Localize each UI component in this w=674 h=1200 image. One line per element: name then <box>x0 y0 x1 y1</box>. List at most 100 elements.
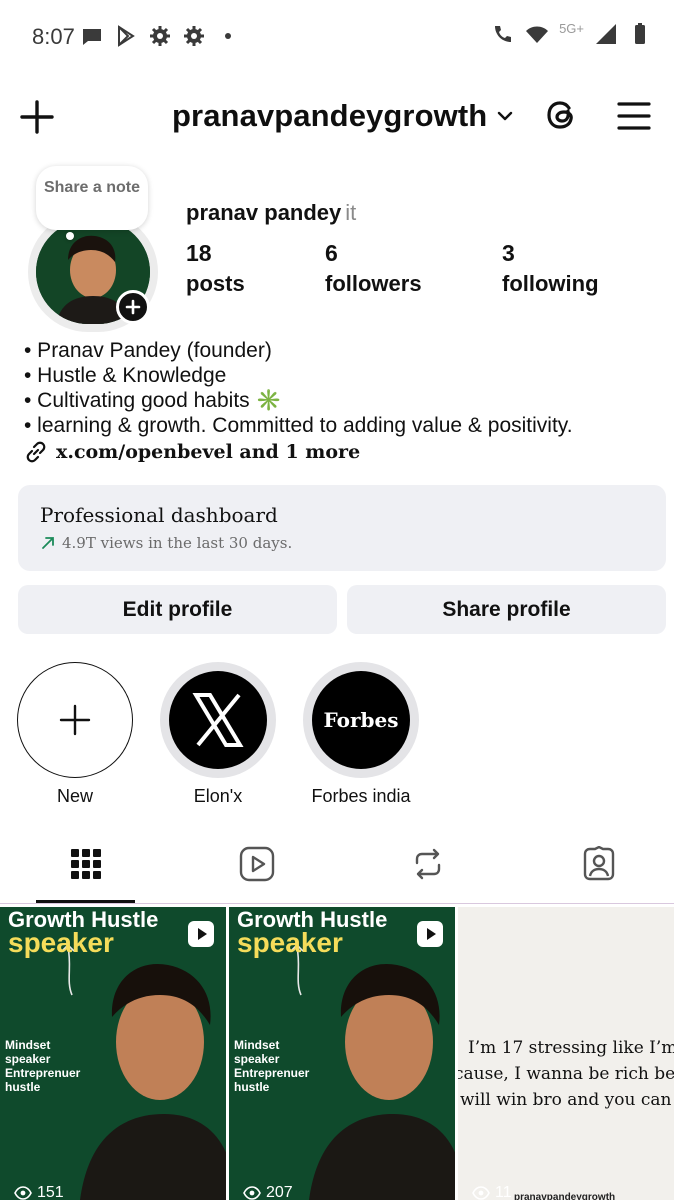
highlight-cover <box>169 671 267 769</box>
dashboard-subtitle: 4.9T views in the last 30 days. <box>62 534 293 552</box>
share-profile-button[interactable]: Share profile <box>347 585 666 634</box>
profile-avatar[interactable] <box>28 212 158 332</box>
highlight-forbes-india[interactable]: Forbes Forbes india <box>303 662 419 807</box>
reel-badge <box>417 921 443 947</box>
pronoun: it <box>345 200 357 225</box>
post-side-line: Mindset <box>5 1038 51 1052</box>
eye-icon <box>472 1186 490 1200</box>
post-side-line: speaker <box>5 1052 51 1066</box>
reel-play-icon <box>198 928 207 940</box>
x-logo-icon <box>192 693 244 747</box>
forbes-cover: Forbes <box>312 671 410 769</box>
tab-reels[interactable] <box>233 840 281 888</box>
hamburger-menu-icon[interactable] <box>616 98 652 134</box>
status-time: 8:07 <box>32 24 75 49</box>
highlight-label: Forbes india <box>311 786 411 806</box>
create-plus-icon[interactable] <box>18 98 56 136</box>
network-label: 5G+ <box>559 20 584 36</box>
display-name: pranav pandey <box>186 200 342 225</box>
reel-badge <box>188 921 214 947</box>
stat-value: 18 <box>186 240 212 266</box>
professional-dashboard[interactable]: Professional dashboard 4.9T views in the… <box>18 485 666 571</box>
stat-label: followers <box>325 271 422 296</box>
post-views-count: 151 <box>37 1184 64 1200</box>
tab-tagged[interactable] <box>575 840 623 888</box>
bio: • Pranav Pandey (founder) • Hustle & Kno… <box>24 338 573 438</box>
signal-icon <box>596 24 616 44</box>
bio-link[interactable]: x.com/openbevel and 1 more <box>24 440 360 464</box>
highlight-new[interactable]: New <box>17 662 133 807</box>
stat-followers[interactable]: 6 followers <box>325 240 422 297</box>
post-side-line: speaker <box>234 1052 280 1066</box>
stat-value: 6 <box>325 240 338 266</box>
reel-play-icon <box>427 928 436 940</box>
post-side-line: Entreprenuer <box>5 1066 81 1080</box>
highlight-new-circle <box>17 662 133 778</box>
post-views: 207 <box>243 1184 293 1200</box>
bio-line: • Pranav Pandey (founder) <box>24 339 272 362</box>
trend-up-arrow-icon <box>42 537 54 549</box>
post-views: 151 <box>14 1184 64 1200</box>
highlight-label: Elon'x <box>193 786 243 806</box>
highlight-label: New <box>56 786 93 806</box>
username: pranavpandeygrowth <box>172 98 488 133</box>
profile-header: pranavpandeygrowth <box>0 90 674 144</box>
quote-line: will win bro and you can do <box>460 1090 674 1110</box>
bio-line: • Cultivating good habits ✳️ <box>24 389 282 412</box>
quote-line: cause, I wanna be rich before <box>458 1064 674 1084</box>
post-side-line: Mindset <box>234 1038 280 1052</box>
edit-profile-button[interactable]: Edit profile <box>18 585 337 634</box>
play-store-icon <box>118 25 135 47</box>
highlight-ring <box>160 662 276 778</box>
grid-post[interactable]: Growth Hustle speaker Mindset speaker En… <box>0 907 226 1200</box>
settings-icon-2 <box>184 26 204 46</box>
add-story-button[interactable] <box>116 290 150 324</box>
display-name-row: pranav pandey it <box>186 200 356 226</box>
link-icon <box>26 441 46 463</box>
tab-reposts[interactable] <box>404 840 452 888</box>
message-icon <box>83 29 101 45</box>
post-title-highlight: speaker <box>8 927 114 958</box>
stat-label: posts <box>186 271 245 296</box>
tagged-person-icon <box>583 846 615 881</box>
eye-icon <box>243 1186 261 1200</box>
post-views: 11 <box>472 1184 512 1200</box>
post-side-line: hustle <box>234 1080 270 1094</box>
post-views-count: 11 <box>495 1184 512 1200</box>
post-side-text: Mindset speaker Entreprenuer hustle <box>5 1038 80 1094</box>
post-side-text: Mindset speaker Entreprenuer hustle <box>234 1038 309 1094</box>
post-footer-handle: pranavpandeygrowth <box>514 1192 616 1200</box>
wifi-icon <box>526 26 549 43</box>
battery-icon <box>635 23 645 44</box>
highlight-elonx[interactable]: Elon'x <box>160 662 276 807</box>
status-right-icons: 5G+ <box>491 20 652 46</box>
plus-icon <box>59 704 90 735</box>
grid-post[interactable]: Growth Hustle speaker Mindset speaker En… <box>229 907 455 1200</box>
highlight-ring: Forbes <box>303 662 419 778</box>
tab-grid[interactable] <box>62 840 110 888</box>
stat-posts[interactable]: 18 posts <box>186 240 245 297</box>
stat-following[interactable]: 3 following <box>502 240 599 297</box>
post-title-highlight: speaker <box>237 927 343 958</box>
quote-line: I’m 17 stressing like I’m 40 <box>468 1038 674 1058</box>
account-switcher[interactable]: pranavpandeygrowth <box>172 98 515 134</box>
dashboard-title: Professional dashboard <box>40 503 278 527</box>
wifi-call-icon <box>495 26 512 42</box>
settings-icon <box>150 26 170 46</box>
dashboard-subtitle-row: 4.9T views in the last 30 days. <box>40 534 292 552</box>
post-views-count: 207 <box>266 1184 293 1200</box>
link-text: x.com/openbevel and 1 more <box>56 441 361 463</box>
share-note-bubble[interactable]: Share a note <box>36 166 148 230</box>
threads-icon[interactable] <box>542 96 580 134</box>
post-side-line: Entreprenuer <box>234 1066 310 1080</box>
reels-play-icon <box>239 846 275 882</box>
bio-line: • learning & growth. Committed to adding… <box>24 414 573 437</box>
status-left-icons <box>80 24 240 48</box>
status-bar: 8:07 5G+ <box>0 0 674 72</box>
posts-grid: Growth Hustle speaker Mindset speaker En… <box>0 907 674 1200</box>
note-bubble-tail <box>66 232 74 240</box>
grid-post[interactable]: I’m 17 stressing like I’m 40 cause, I wa… <box>458 907 674 1200</box>
chevron-down-icon <box>498 111 513 121</box>
eye-icon <box>14 1186 32 1200</box>
dot-icon <box>225 33 231 39</box>
